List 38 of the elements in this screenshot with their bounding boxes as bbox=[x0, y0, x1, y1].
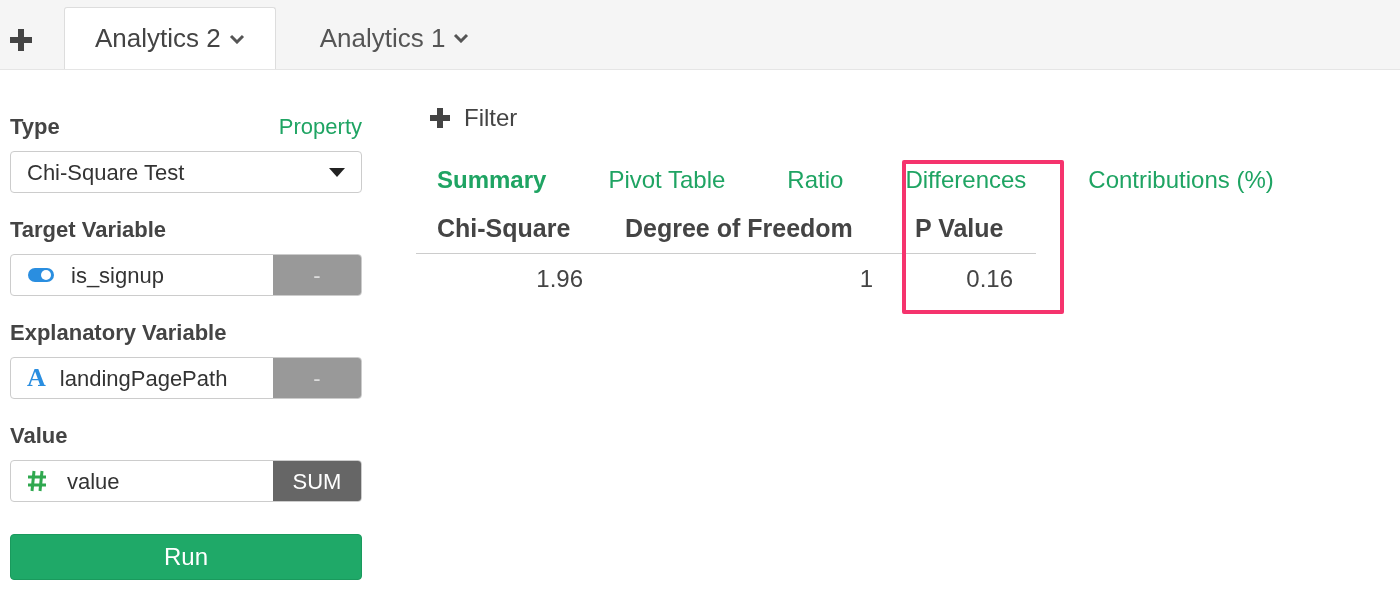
aggregate-button[interactable]: - bbox=[273, 358, 361, 398]
filter-button[interactable]: Filter bbox=[464, 100, 518, 136]
hash-icon bbox=[27, 470, 47, 492]
tab[interactable]: Analytics 2 bbox=[64, 7, 276, 69]
result-tab[interactable]: Pivot Table bbox=[608, 162, 726, 198]
property-link[interactable]: Property bbox=[278, 110, 362, 143]
field-label: Explanatory Variable bbox=[10, 319, 228, 347]
variable-field[interactable]: is_signup - bbox=[10, 254, 362, 296]
variable-name: is_signup bbox=[71, 261, 164, 290]
chevron-down-icon bbox=[453, 33, 470, 43]
column-header: Degree of Freedom bbox=[625, 212, 853, 244]
toggle-icon bbox=[27, 267, 55, 283]
table-cell: 1.96 bbox=[536, 265, 583, 292]
variable-name: landingPagePath bbox=[59, 364, 228, 393]
variable-field[interactable]: A landingPagePath - bbox=[10, 357, 362, 399]
field-label: Type bbox=[10, 113, 60, 141]
result-tab[interactable]: Summary bbox=[437, 162, 547, 198]
table-cell: 1 bbox=[859, 265, 873, 292]
run-button[interactable]: Run bbox=[10, 534, 362, 580]
variable-field[interactable]: value SUM bbox=[10, 460, 362, 502]
add-tab-icon[interactable] bbox=[10, 29, 32, 51]
chevron-down-icon bbox=[228, 33, 245, 44]
field-label: Target Variable bbox=[10, 216, 168, 244]
type-dropdown[interactable]: Chi-Square Test bbox=[10, 151, 362, 193]
aggregate-button[interactable]: SUM bbox=[273, 461, 361, 501]
caret-icon bbox=[329, 167, 345, 177]
tab[interactable]: Analytics 1 bbox=[289, 7, 500, 69]
field-label: Value bbox=[10, 422, 69, 450]
variable-name: value bbox=[67, 467, 120, 496]
text-type-icon: A bbox=[27, 365, 46, 391]
table-cell: 0.16 bbox=[966, 265, 1013, 292]
result-tab[interactable]: Differences bbox=[905, 162, 1027, 198]
result-tab[interactable]: Ratio bbox=[787, 162, 844, 198]
plus-icon bbox=[430, 108, 450, 128]
column-header: Chi-Square bbox=[437, 212, 571, 244]
aggregate-button[interactable]: - bbox=[273, 255, 361, 295]
column-header: P Value bbox=[915, 212, 1004, 244]
result-tab[interactable]: Contributions (%) bbox=[1088, 162, 1274, 198]
